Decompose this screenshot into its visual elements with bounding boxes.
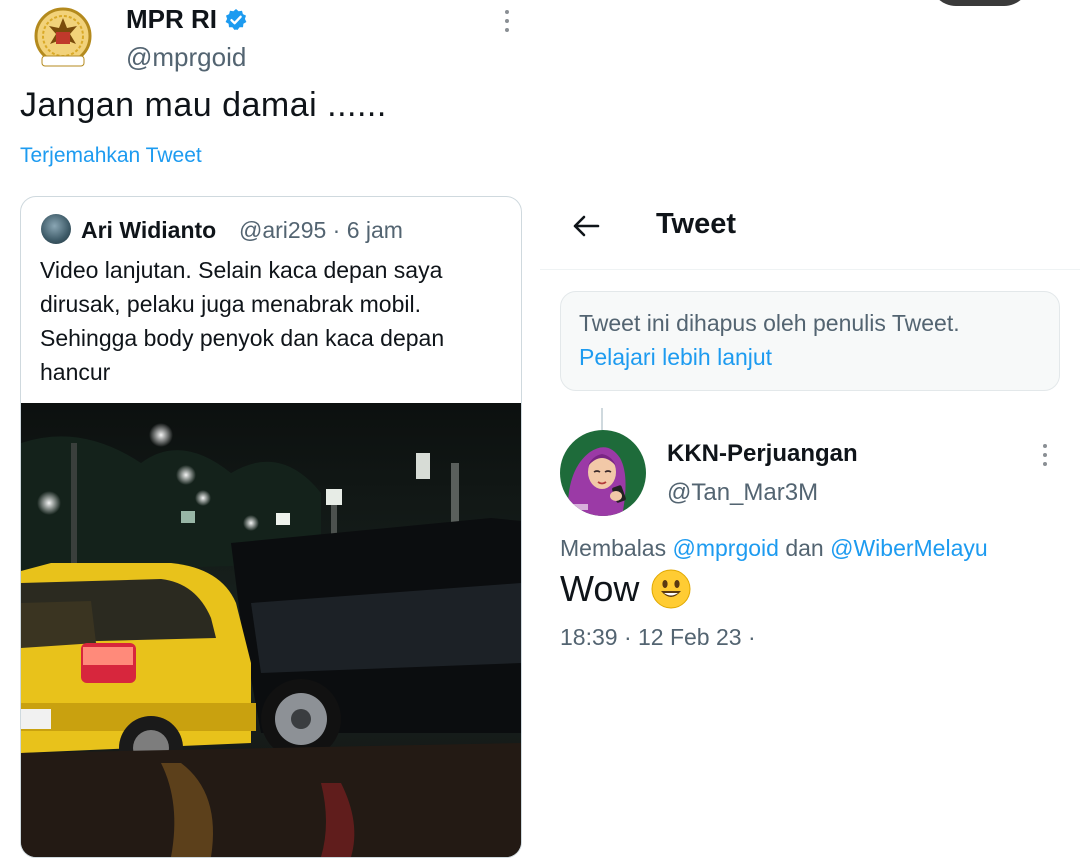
quoted-tweet-text: Video lanjutan. Selain kaca depan saya d… [40,253,510,389]
mention-link[interactable]: @mprgoid [673,535,779,561]
quoted-text-line: Video lanjutan. Selain kaca depan saya [40,257,443,283]
translate-tweet-link[interactable]: Terjemahkan Tweet [20,144,202,168]
mpr-ri-avatar[interactable] [30,6,96,72]
back-arrow-icon[interactable] [570,210,602,242]
deleted-tweet-notice: Tweet ini dihapus oleh penulis Tweet. Pe… [560,291,1060,391]
quoted-author-name: Ari Widianto [81,217,217,243]
tweet-text: Jangan mau damai ...... [20,86,387,124]
quoted-author-avatar [41,214,71,244]
reply-timestamp[interactable]: 18:39 · 12 Feb 23 · [560,624,756,651]
reply-author-name[interactable]: KKN-Perjuangan [667,440,858,468]
top-overlay-shape [930,0,1030,6]
more-options-icon[interactable] [500,10,514,32]
quoted-author-meta: @ari295 · 6 jam [239,217,403,243]
header-divider [540,269,1080,270]
mention-link[interactable]: @WiberMelayu [830,535,988,561]
quoted-text-line: dirusak, pelaku juga menabrak mobil. [40,291,421,317]
reply-text: Wow [560,568,691,610]
deleted-tweet-message: Tweet ini dihapus oleh penulis Tweet. [579,310,960,336]
tweet-author-handle[interactable]: @mprgoid [126,42,246,73]
tweet-author-name[interactable]: MPR RI [126,4,217,35]
more-options-icon[interactable] [1040,444,1050,466]
reply-text-content: Wow [560,568,640,609]
learn-more-link[interactable]: Pelajari lebih lanjut [579,344,772,371]
quoted-video-thumbnail[interactable] [21,403,521,857]
smiling-face-emoji [651,569,691,609]
page-title: Tweet [656,208,737,240]
verified-badge-icon [224,8,248,32]
quoted-tweet-card[interactable]: Ari Widianto @ari295 · 6 jam Video lanju… [20,196,522,858]
reply-author-avatar[interactable] [560,430,646,516]
replying-joiner: dan [785,535,824,561]
replying-to-line: Membalas @mprgoid dan @WiberMelayu [560,535,988,562]
replying-prefix: Membalas [560,535,667,561]
quoted-text-line: hancur [40,359,111,385]
thread-connector-line [601,408,603,430]
quoted-text-line: Sehingga body penyok dan kaca depan [40,325,445,351]
reply-author-handle[interactable]: @Tan_Mar3M [667,479,818,507]
